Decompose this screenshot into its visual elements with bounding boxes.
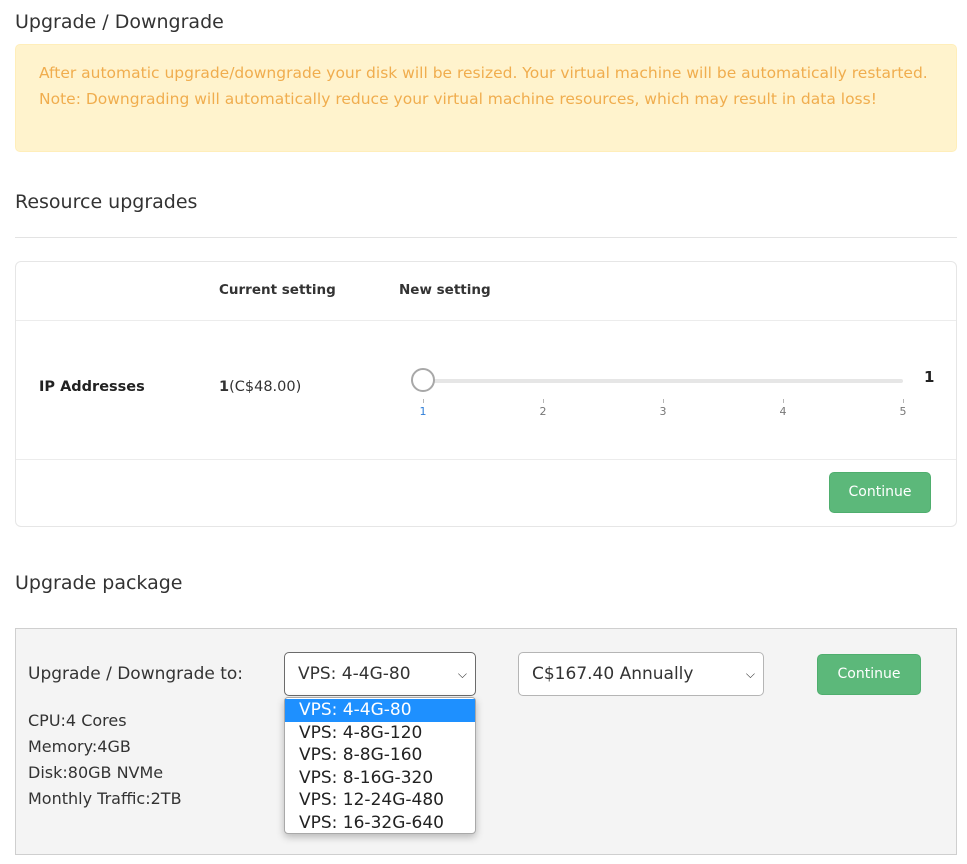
current-count: 1 (219, 379, 230, 395)
package-option[interactable]: VPS: 4-4G-80 (285, 699, 475, 722)
warning-alert: After automatic upgrade/downgrade your d… (15, 44, 957, 152)
resource-upgrades-title: Resource upgrades (15, 191, 198, 213)
spec-traffic: Monthly Traffic:2TB (28, 789, 182, 808)
upgrade-package-panel: Upgrade / Downgrade to: VPS: 4-4G-80 ⌵ C… (15, 628, 957, 855)
package-select-value: VPS: 4-4G-80 (298, 664, 411, 684)
slider-tick-label: 1 (419, 405, 427, 418)
slider-tickmark (423, 399, 424, 403)
spec-memory: Memory:4GB (28, 737, 131, 756)
package-option[interactable]: VPS: 16-32G-640 (285, 812, 475, 835)
upgrade-downgrade-to-label: Upgrade / Downgrade to: (28, 664, 244, 684)
current-setting-value: 1(C$48.00) (219, 379, 301, 395)
package-select[interactable]: VPS: 4-4G-80 ⌵ (284, 652, 476, 696)
billing-cycle-select[interactable]: C$167.40 Annually ⌵ (518, 652, 764, 696)
slider-tickmark (663, 399, 664, 403)
ip-addresses-label: IP Addresses (39, 379, 145, 395)
ip-slider-handle[interactable] (411, 368, 435, 392)
package-continue-button[interactable]: Continue (817, 654, 921, 695)
slider-tickmark (543, 399, 544, 403)
resource-continue-button[interactable]: Continue (829, 472, 931, 513)
chevron-down-icon: ⌵ (457, 667, 467, 681)
chevron-down-icon: ⌵ (745, 667, 755, 681)
package-option[interactable]: VPS: 8-16G-320 (285, 767, 475, 790)
slider-tick-label: 4 (779, 405, 787, 418)
slider-tickmark (903, 399, 904, 403)
table-header: Current setting New setting (16, 262, 956, 321)
spec-disk: Disk:80GB NVMe (28, 763, 164, 782)
slider-tickmark (783, 399, 784, 403)
package-dropdown-list: VPS: 4-4G-80 VPS: 4-8G-120 VPS: 8-8G-160… (284, 697, 476, 834)
slider-tick-label: 2 (539, 405, 547, 418)
ip-slider-track[interactable] (423, 379, 903, 383)
slider-tick-label: 5 (899, 405, 907, 418)
package-option[interactable]: VPS: 8-8G-160 (285, 744, 475, 767)
slider-tick-label: 3 (659, 405, 667, 418)
upgrade-downgrade-title: Upgrade / Downgrade (15, 11, 224, 33)
alert-text: After automatic upgrade/downgrade your d… (39, 64, 928, 108)
package-option[interactable]: VPS: 12-24G-480 (285, 789, 475, 812)
package-option[interactable]: VPS: 4-8G-120 (285, 722, 475, 745)
divider (15, 237, 957, 238)
current-setting-header: Current setting (219, 282, 336, 298)
current-price: (C$48.00) (229, 379, 302, 395)
resource-upgrades-card: Current setting New setting IP Addresses… (15, 261, 957, 527)
new-setting-header: New setting (399, 282, 491, 298)
billing-cycle-value: C$167.40 Annually (532, 664, 694, 684)
table-row: IP Addresses 1(C$48.00) 1 2 3 4 5 1 (16, 321, 956, 460)
upgrade-package-title: Upgrade package (15, 572, 183, 594)
spec-cpu: CPU:4 Cores (28, 711, 127, 730)
slider-value: 1 (924, 368, 935, 386)
